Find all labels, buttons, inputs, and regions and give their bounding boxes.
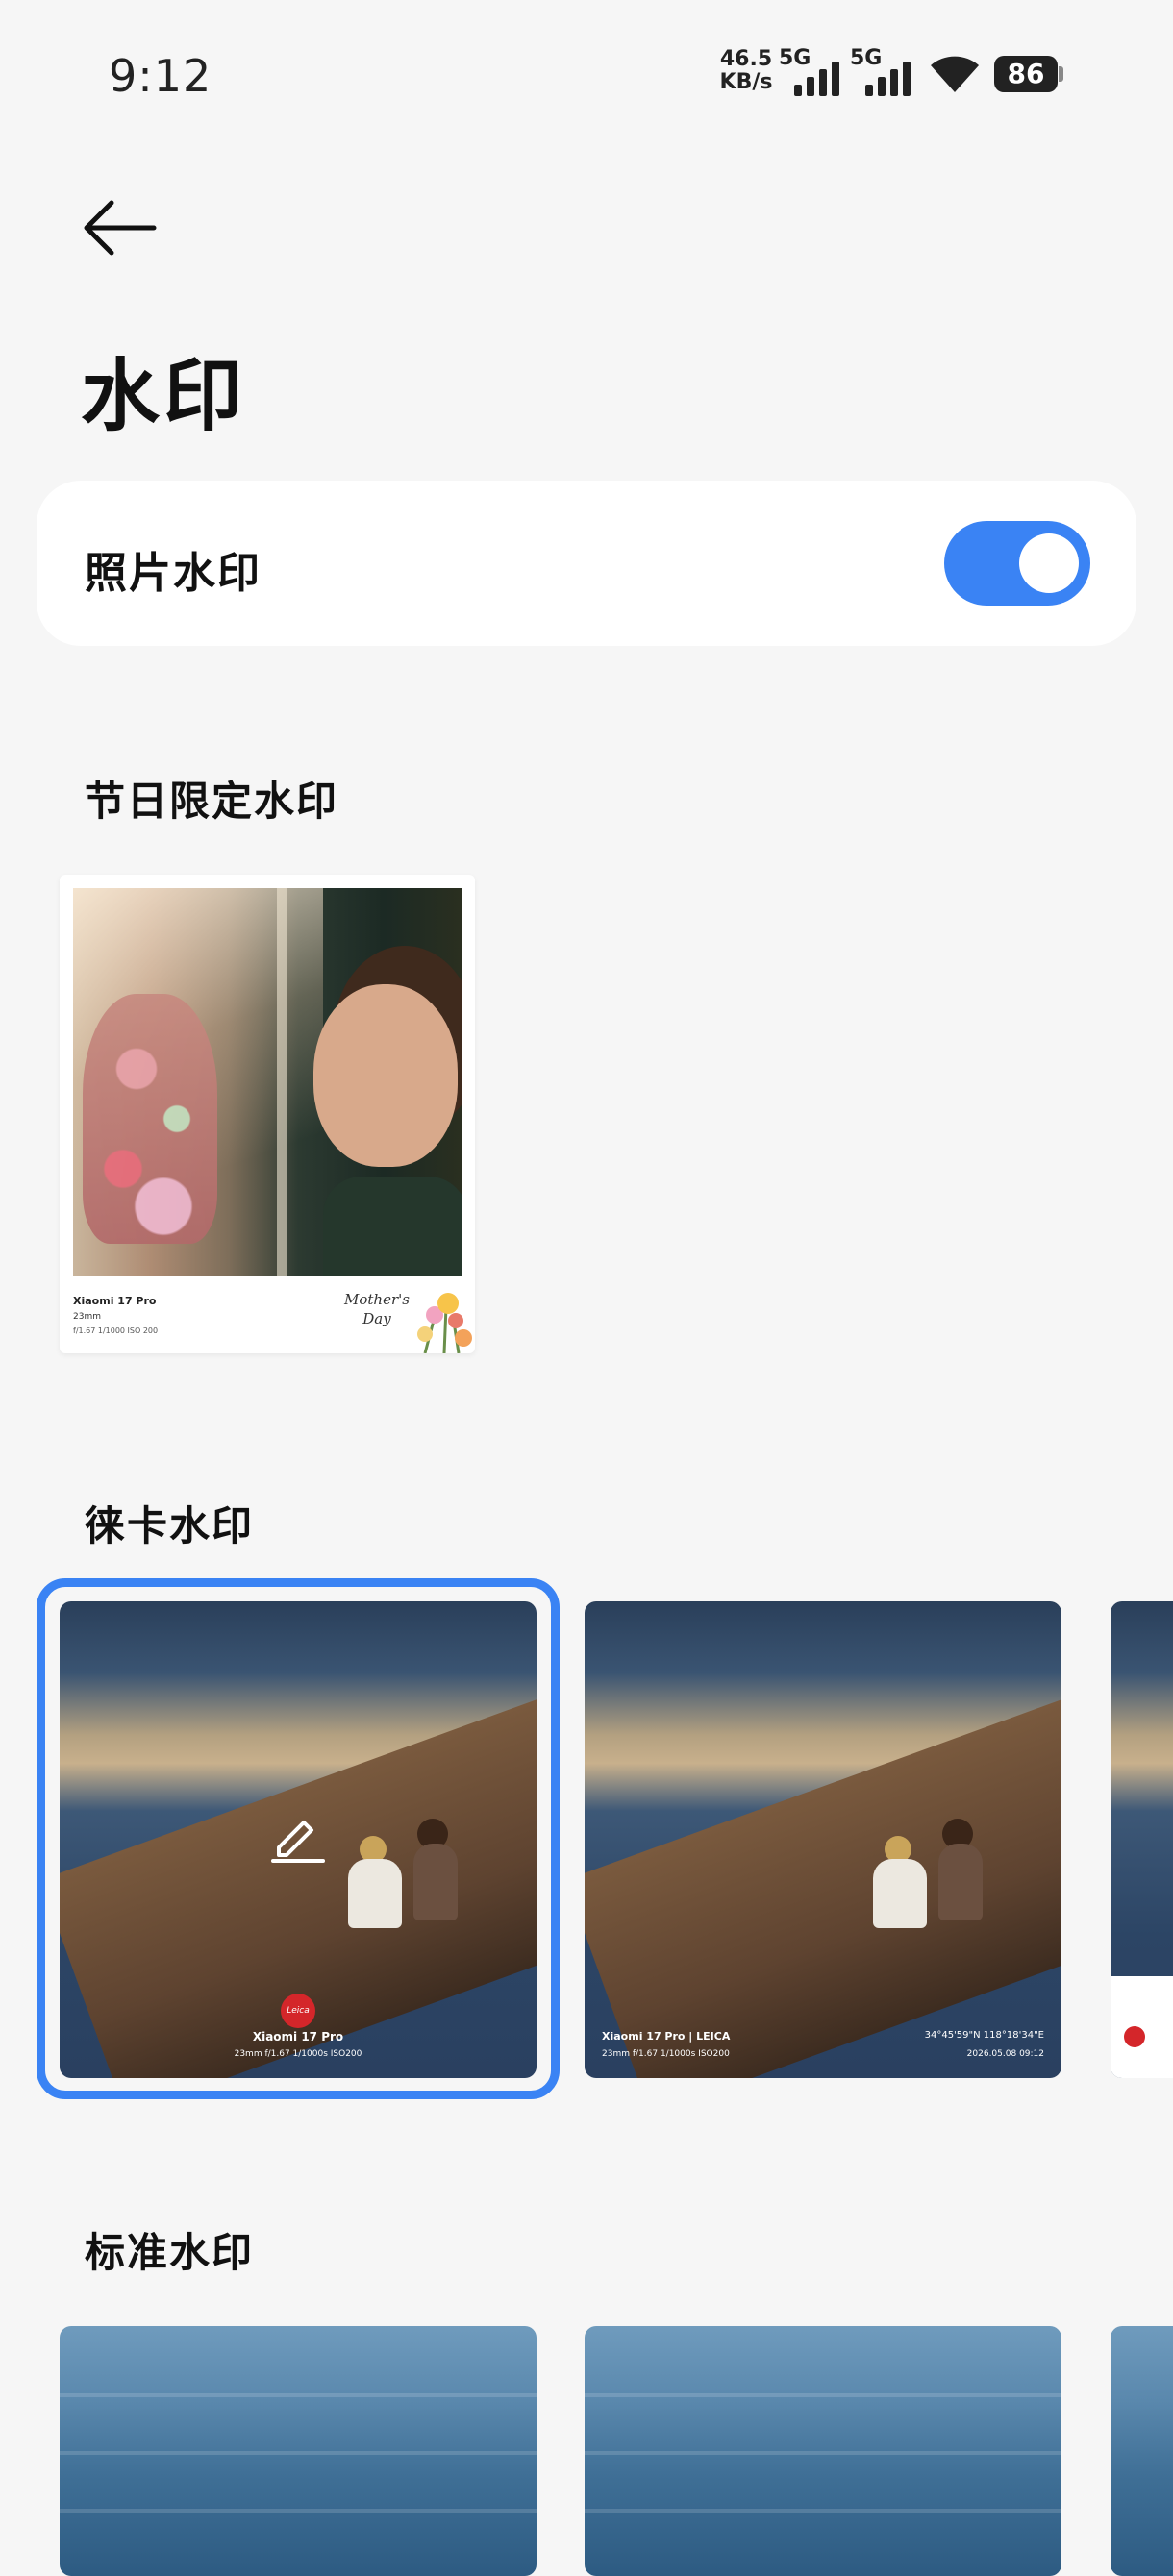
section-title-holiday: 节日限定水印 (85, 778, 339, 825)
battery-nub (1059, 66, 1063, 82)
leica2-params-text: 23mm f/1.67 1/1000s ISO200 (602, 2049, 730, 2059)
holiday-watermark-mothers-day[interactable]: Xiaomi 17 Pro 23mm f/1.67 1/1000 ISO 200… (60, 875, 475, 1353)
leica-watermark-location[interactable]: Xiaomi 17 Pro | LEICA 23mm f/1.67 1/1000… (585, 1601, 1061, 2078)
battery-icon: 86 (994, 56, 1058, 92)
section-title-leica: 徕卡水印 (85, 1502, 255, 1549)
section-title-standard: 标准水印 (85, 2229, 255, 2276)
selected-highlight (37, 1578, 560, 2099)
holiday-focal-text: 23mm (73, 1312, 101, 1322)
greeting-line1: Mother's (344, 1291, 410, 1308)
holiday-brand-text: Xiaomi 17 Pro (73, 1295, 157, 1307)
page-title: 水印 (81, 351, 247, 442)
back-arrow-icon[interactable] (81, 197, 158, 259)
leica2-brand-text: Xiaomi 17 Pro | LEICA (602, 2030, 731, 2043)
leica2-datetime-text: 2026.05.08 09:12 (966, 2049, 1044, 2059)
leica-watermark-more[interactable] (1111, 1601, 1173, 2078)
photo-watermark-label: 照片水印 (85, 549, 262, 598)
greeting-line2: Day (362, 1310, 391, 1327)
network-speed-unit: KB/s (719, 70, 773, 94)
mothers-day-text: Mother's Day (344, 1290, 410, 1328)
standard-watermark-3[interactable] (1111, 2326, 1173, 2576)
toggle-knob (1019, 533, 1079, 593)
standard-watermark-2[interactable] (585, 2326, 1061, 2576)
wifi-icon (931, 56, 979, 92)
status-time: 9:12 (109, 50, 212, 102)
leica2-coords-text: 34°45'59"N 118°18'34"E (924, 2030, 1044, 2041)
flower-icon (417, 1293, 472, 1353)
holiday-preview-photo (73, 888, 462, 1276)
network-speed-value: 46.5 (719, 47, 773, 71)
network-speed: 46.5 KB/s (717, 48, 775, 94)
photo-watermark-toggle[interactable] (944, 521, 1090, 606)
holiday-params-text: f/1.67 1/1000 ISO 200 (73, 1326, 159, 1335)
standard-watermark-1[interactable] (60, 2326, 537, 2576)
